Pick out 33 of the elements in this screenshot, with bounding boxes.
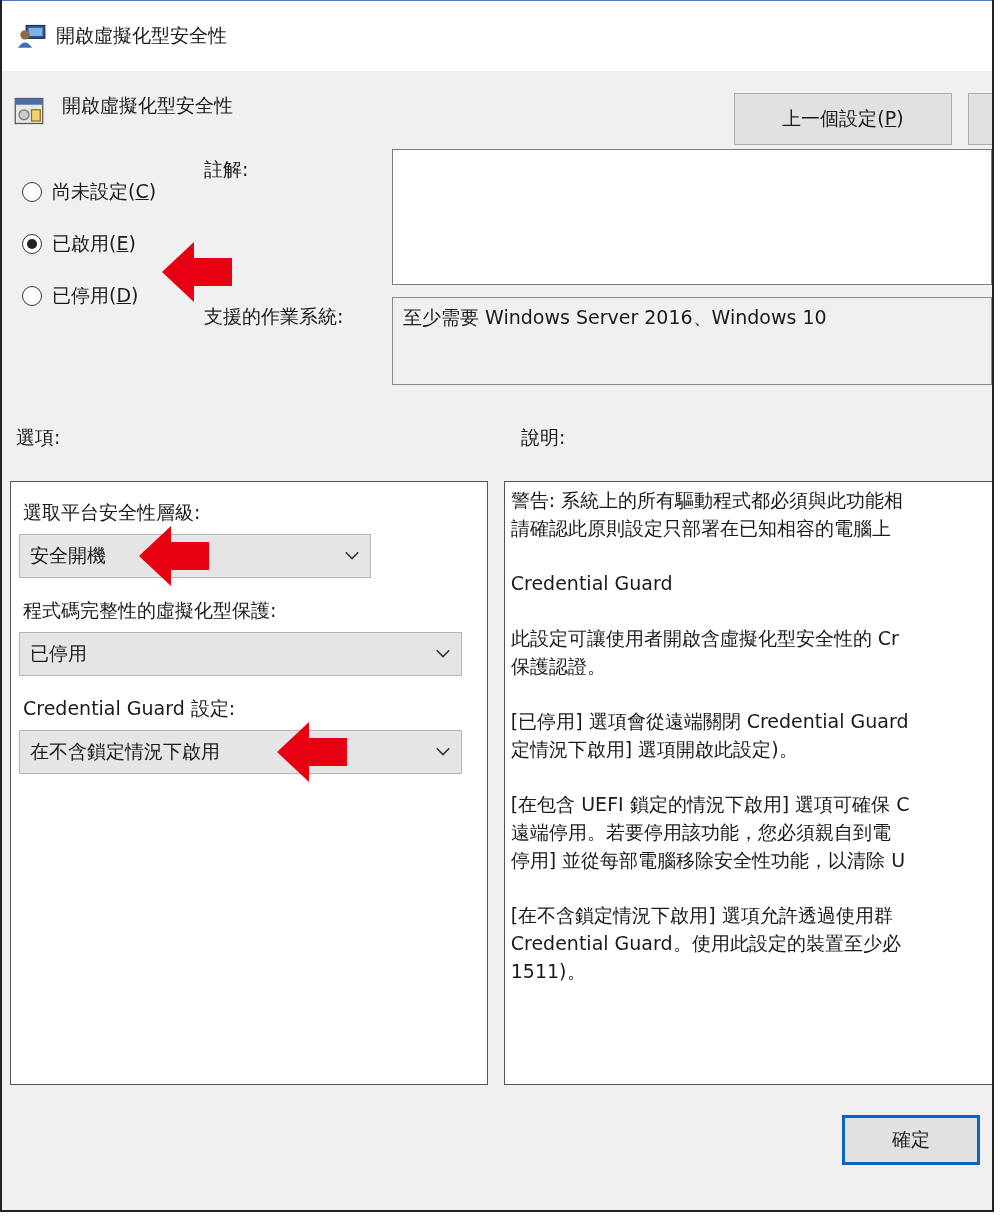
supported-os-label: 支援的作業系統: <box>204 304 345 329</box>
radio-option[interactable]: 已停用(D) <box>22 270 204 322</box>
previous-setting-button[interactable]: 上一個設定(P) <box>734 93 952 145</box>
option-label: 程式碼完整性的虛擬化型保護: <box>23 598 278 623</box>
comment-field[interactable] <box>392 149 992 285</box>
window-title: 開啟虛擬化型安全性 <box>56 23 227 48</box>
arrow-icon <box>162 242 232 302</box>
option-label: Credential Guard 設定: <box>23 696 237 721</box>
radio-option[interactable]: 尚未設定(C) <box>22 166 204 218</box>
supported-os-field: 至少需要 Windows Server 2016、Windows 10 <box>392 297 992 385</box>
chevron-down-icon <box>435 747 451 757</box>
chevron-down-icon <box>344 551 360 561</box>
help-paragraph: 此設定可讓使用者開啟含虛擬化型安全性的 Cr 保護認證。 <box>510 626 900 679</box>
help-paragraph: [已停用] 選項會從遠端關閉 Credential Guard 定情況下啟用] 選項開啟此設定)。 <box>510 709 910 762</box>
help-paragraph: Credential Guard <box>510 571 674 596</box>
radio-option[interactable]: 已啟用(E) <box>22 218 204 270</box>
option-label: 選取平台安全性層級: <box>23 500 202 525</box>
help-paragraph: 警告: 系統上的所有驅動程式都必須與此功能相 請確認此原則設定只部署在已知相容的電腦上 <box>510 488 905 541</box>
options-label: 選項: <box>16 425 62 450</box>
chevron-down-icon <box>435 649 451 659</box>
button[interactable] <box>968 93 992 145</box>
arrow-icon <box>277 722 347 782</box>
dropdown[interactable]: 已停用 <box>19 632 462 676</box>
dropdown[interactable]: 在不含鎖定情況下啟用 <box>19 730 462 774</box>
policy-icon <box>14 96 44 126</box>
computer-user-icon <box>18 23 46 49</box>
arrow-icon <box>139 526 209 586</box>
policy-title: 開啟虛擬化型安全性 <box>62 93 233 118</box>
ok-button[interactable]: 確定 <box>842 1115 980 1165</box>
help-label: 說明: <box>521 425 566 450</box>
help-paragraph: [在包含 UEFI 鎖定的情況下啟用] 選項可確保 C 遠端停用。若要停用該功能，您必須親自到電 停用] 並從每部電腦移除安全性功能，以清除 U <box>510 792 911 873</box>
help-paragraph: [在不含鎖定情況下啟用] 選項允許透過使用群 Credential Guard。使用此設定的裝置至少必 1511)。 <box>510 903 902 984</box>
comment-label: 註解: <box>204 157 250 182</box>
